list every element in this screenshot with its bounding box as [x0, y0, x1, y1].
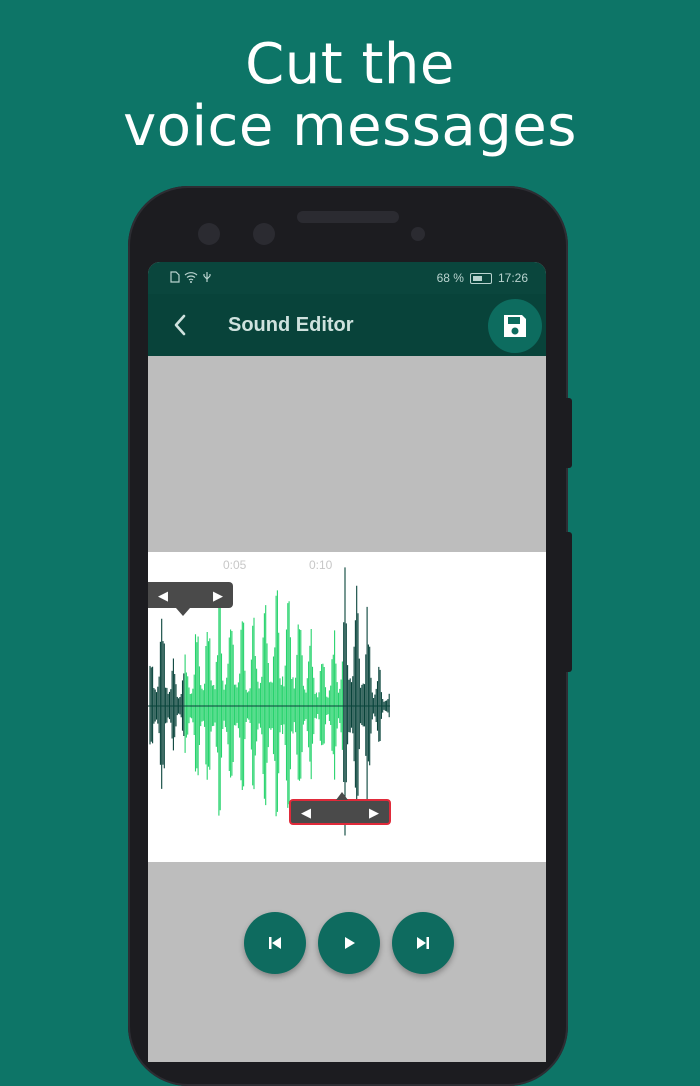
time-tick-label: 0:10 — [309, 558, 333, 572]
status-bar: 68 % 17:26 — [148, 262, 546, 294]
arrow-right-icon: ▶ — [213, 587, 223, 603]
floppy-disk-icon — [504, 315, 526, 337]
phone-side-button — [566, 532, 572, 672]
front-sensor — [253, 223, 275, 245]
status-time: 17:26 — [497, 271, 528, 285]
usb-icon — [203, 272, 211, 282]
status-icons — [170, 271, 212, 283]
battery-percent: 68 % — [436, 271, 464, 285]
page-title: Sound Editor — [228, 314, 354, 336]
wifi-icon — [184, 272, 198, 283]
headline-line-2: voice messages — [123, 94, 577, 159]
sim-icon — [170, 271, 180, 283]
waveform-panel[interactable]: 0:05 0:10 ◀ ▶ ◀ ▶ — [148, 552, 546, 862]
chevron-left-icon — [174, 314, 186, 336]
play-icon — [345, 937, 355, 949]
status-right: 68 % 17:26 — [437, 271, 528, 285]
headline-line-1: Cut the — [245, 32, 455, 97]
headline: Cut the voice messages — [0, 34, 700, 158]
skip-previous-icon — [269, 937, 281, 949]
app-toolbar: Sound Editor — [148, 294, 546, 356]
time-tick-label: 0:05 — [223, 558, 247, 572]
phone-side-button — [566, 398, 572, 468]
front-camera — [198, 223, 220, 245]
arrow-right-icon: ▶ — [369, 804, 379, 820]
back-button[interactable] — [166, 310, 194, 340]
phone-screen: 68 % 17:26 Sound Editor 0:05 0:10 ◀ ▶ ◀ … — [148, 262, 546, 1062]
play-button[interactable] — [318, 912, 380, 974]
arrow-left-icon: ◀ — [158, 587, 168, 603]
proximity-sensor — [411, 227, 425, 241]
save-button[interactable] — [488, 299, 542, 353]
skip-next-icon — [417, 937, 429, 949]
earpiece-speaker — [297, 211, 399, 223]
skip-to-end-button[interactable] — [392, 912, 454, 974]
playback-controls — [244, 912, 454, 974]
skip-to-start-button[interactable] — [244, 912, 306, 974]
battery-icon — [469, 272, 492, 284]
arrow-left-icon: ◀ — [301, 804, 311, 820]
selection-start-handle[interactable]: ◀ ▶ — [148, 582, 233, 616]
selection-end-handle[interactable]: ◀ ▶ — [289, 792, 391, 825]
